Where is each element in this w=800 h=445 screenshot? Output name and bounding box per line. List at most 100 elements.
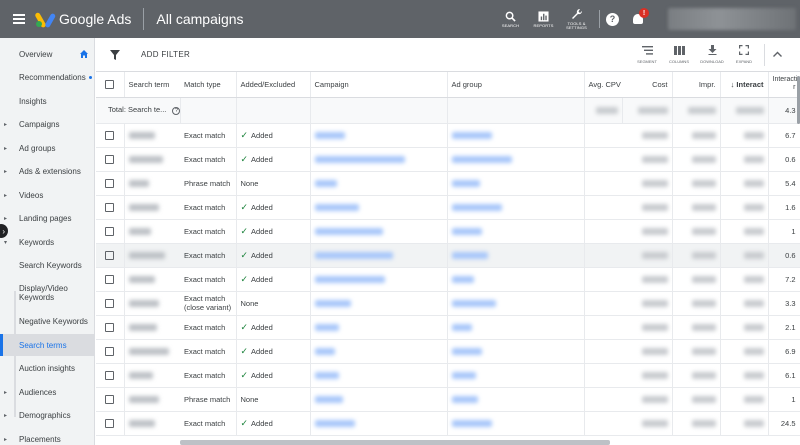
campaign-cell[interactable] [310,363,448,388]
redacted-campaign-link[interactable] [314,420,355,428]
header-interaction-rate[interactable]: Interactio r [768,72,800,98]
sidebar-item-landing-pages[interactable]: ▸ Landing pages [0,207,94,229]
sidebar-item-search-keywords[interactable]: Search Keywords [0,254,94,276]
header-campaign[interactable]: Campaign [310,72,448,98]
redacted-ad-group-link[interactable] [451,132,492,140]
redacted-ad-group-link[interactable] [451,204,502,212]
redacted-campaign-link[interactable] [314,132,345,140]
row-checkbox[interactable] [105,418,115,428]
table-row[interactable]: Exact match ✓ Added 7.2 [96,267,800,292]
row-checkbox[interactable] [105,394,115,404]
redacted-ad-group-link[interactable] [451,300,496,308]
ad-group-cell[interactable] [447,243,585,268]
campaign-cell[interactable] [310,147,448,172]
reports-tool-button[interactable]: REPORTS [527,10,560,28]
table-row[interactable]: Exact match (close variant) None 3.3 [96,291,800,316]
header-ad-group[interactable]: Ad group [447,72,585,98]
sidebar-item-ads-extensions[interactable]: ▸ Ads & extensions [0,160,94,182]
campaign-cell[interactable] [310,123,448,148]
help-circle-icon[interactable]: ? [172,106,179,115]
columns-button[interactable]: COLUMNS [663,44,695,64]
redacted-campaign-link[interactable] [314,252,393,260]
ad-group-cell[interactable] [447,291,585,316]
header-search-term[interactable]: Search term [124,72,180,98]
table-row[interactable]: Exact match ✓ Added 2.1 [96,315,800,340]
sidebar-item-placements[interactable]: ▸ Placements [0,428,94,445]
header-avg-cpv[interactable]: Avg. CPV [584,72,622,98]
row-checkbox[interactable] [105,130,115,140]
sidebar-item-insights[interactable]: Insights [0,90,94,112]
redacted-ad-group-link[interactable] [451,420,492,428]
redacted-campaign-link[interactable] [314,396,343,404]
sidebar-item-negative-keywords[interactable]: Negative Keywords [0,310,94,332]
header-match-type[interactable]: Match type [180,72,237,98]
redacted-ad-group-link[interactable] [451,372,476,380]
add-filter-button[interactable]: ADD FILTER [141,50,190,59]
sidebar-item-videos[interactable]: ▸ Videos [0,184,94,206]
row-checkbox[interactable] [105,322,115,332]
campaign-cell[interactable] [310,339,448,364]
account-info-redacted[interactable] [668,8,796,30]
row-checkbox[interactable] [105,154,115,164]
segment-button[interactable]: SEGMENT [631,44,663,64]
redacted-campaign-link[interactable] [314,372,339,380]
ad-group-cell[interactable] [447,363,585,388]
search-tool-button[interactable]: SEARCH [494,10,527,28]
row-checkbox[interactable] [105,274,115,284]
campaign-cell[interactable] [310,195,448,220]
ad-group-cell[interactable] [447,171,585,196]
download-button[interactable]: DOWNLOAD [696,44,728,64]
row-checkbox[interactable] [105,178,115,188]
redacted-campaign-link[interactable] [314,204,359,212]
table-row[interactable]: Exact match ✓ Added 1.6 [96,195,800,220]
table-row[interactable]: Exact match ✓ Added 6.7 [96,123,800,148]
select-all-checkbox[interactable] [105,80,115,89]
redacted-ad-group-link[interactable] [451,156,512,164]
sidebar-item-search-terms[interactable]: Search terms [0,334,94,356]
campaign-cell[interactable] [310,243,448,268]
table-row[interactable]: Exact match ✓ Added 0.6 [96,147,800,172]
table-row[interactable]: Phrase match None 5.4 [96,171,800,196]
redacted-campaign-link[interactable] [314,276,385,284]
redacted-campaign-link[interactable] [314,300,351,308]
filter-icon[interactable] [110,50,120,60]
redacted-ad-group-link[interactable] [451,348,482,356]
expand-button[interactable]: EXPAND [728,44,760,64]
redacted-ad-group-link[interactable] [451,276,474,284]
campaign-cell[interactable] [310,387,448,412]
sidebar-item-display-video-keywords[interactable]: Display/Video Keywords [0,280,94,306]
header-impr[interactable]: Impr. [672,72,721,98]
ad-group-cell[interactable] [447,387,585,412]
ad-group-cell[interactable] [447,315,585,340]
header-interactions[interactable]: ↓ Interact [720,72,769,98]
help-icon[interactable]: ? [606,12,619,26]
ad-group-cell[interactable] [447,219,585,244]
campaign-cell[interactable] [310,267,448,292]
redacted-campaign-link[interactable] [314,228,383,236]
row-checkbox[interactable] [105,226,115,236]
google-ads-logo[interactable]: Google Ads [34,0,131,38]
row-checkbox[interactable] [105,202,115,212]
table-row[interactable]: Phrase match None 1 [96,387,800,412]
tools-settings-button[interactable]: TOOLS & SETTINGS [560,8,593,30]
horizontal-scrollbar[interactable] [180,440,610,445]
redacted-ad-group-link[interactable] [451,324,472,332]
redacted-campaign-link[interactable] [314,156,405,164]
menu-button[interactable] [0,0,38,38]
row-checkbox[interactable] [105,250,115,260]
campaign-cell[interactable] [310,171,448,196]
chevron-up-icon[interactable] [773,49,782,60]
redacted-ad-group-link[interactable] [451,180,480,188]
ad-group-cell[interactable] [447,147,585,172]
table-row[interactable]: Exact match ✓ Added 24.5 [96,411,800,436]
row-checkbox[interactable] [105,298,115,308]
ad-group-cell[interactable] [447,195,585,220]
sidebar-item-keywords[interactable]: ▾ Keywords [0,231,94,253]
redacted-campaign-link[interactable] [314,348,335,356]
table-row[interactable]: Exact match ✓ Added 0.6 [96,243,800,268]
table-row[interactable]: Exact match ✓ Added 6.9 [96,339,800,364]
notifications-button[interactable]: ! [631,8,649,26]
sidebar-item-ad-groups[interactable]: ▸ Ad groups [0,137,94,159]
campaign-cell[interactable] [310,219,448,244]
header-added-excluded[interactable]: Added/Excluded [236,72,311,98]
